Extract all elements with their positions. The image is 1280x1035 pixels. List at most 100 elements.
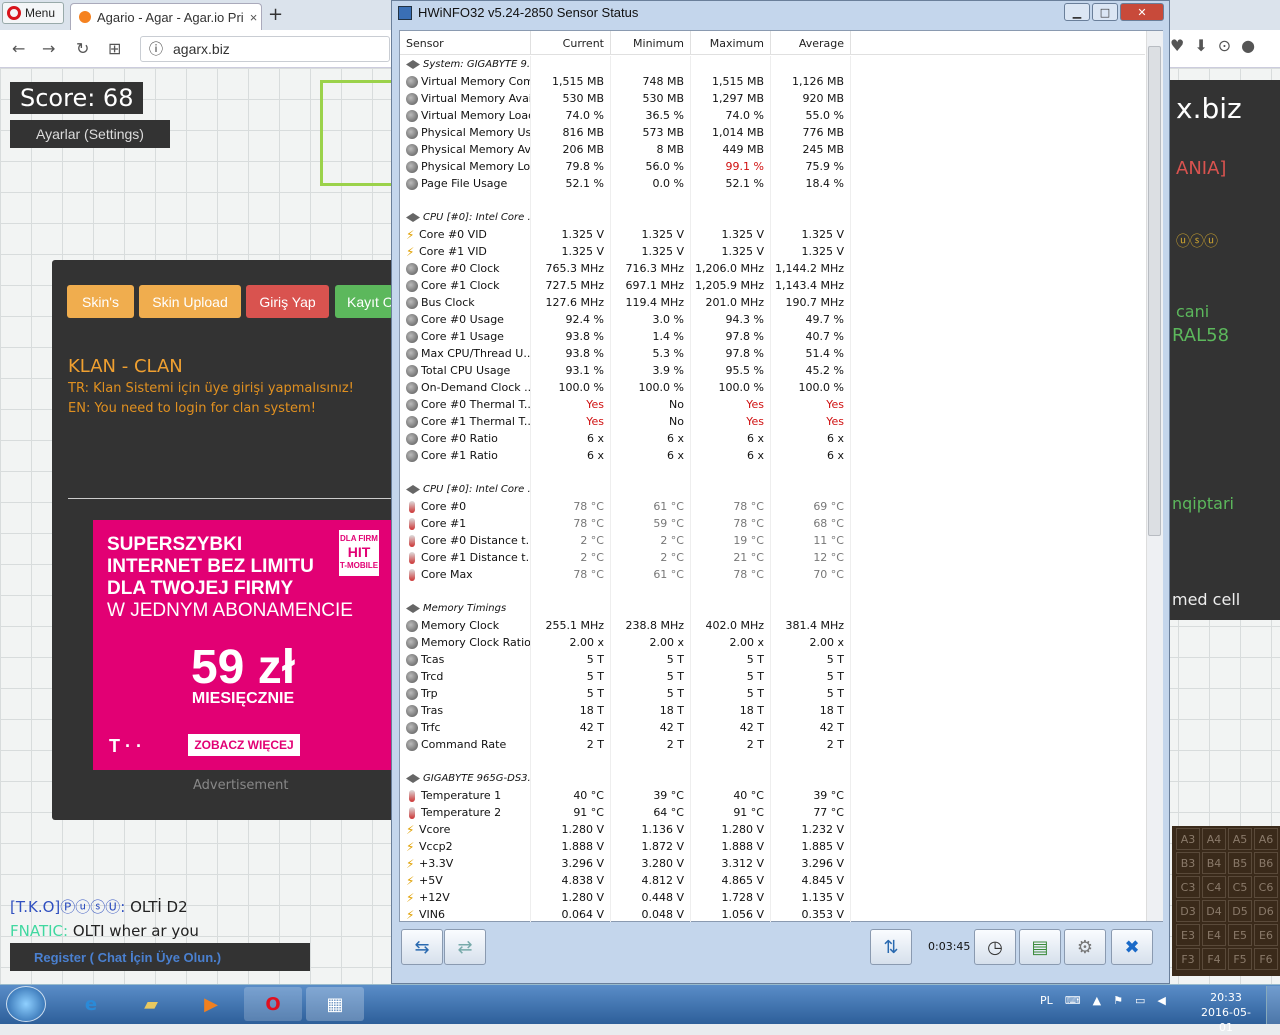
scrollbar-thumb[interactable]: [1148, 46, 1161, 536]
advertisement-banner[interactable]: SUPERSZYBKI INTERNET BEZ LIMITU DLA TWOJEJ…: [93, 520, 393, 770]
sensor-row[interactable]: Trcd 5 T5 T5 T5 T: [400, 668, 1145, 685]
sensor-row[interactable]: Virtual Memory Load 74.0 % 36.5 % 74.0 % 55.…: [400, 107, 1145, 124]
skins-button[interactable]: Skin's: [67, 285, 134, 318]
browser-tab[interactable]: Agario - Agar - Agar.io Pri ×: [70, 3, 262, 30]
column-header-current[interactable]: Current: [531, 31, 611, 55]
sensor-gauge-icon: [406, 738, 418, 751]
register-button[interactable]: Kayıt Ol: [335, 285, 393, 318]
column-header-sensor[interactable]: Sensor: [400, 31, 531, 55]
expand-collapse-button[interactable]: ⇆: [401, 929, 443, 965]
sensor-row[interactable]: Page File Usage 52.1 % 0.0 % 52.1 % 18.4 %: [400, 175, 1145, 192]
site-info-icon[interactable]: ⓘ: [149, 39, 163, 59]
sensor-row[interactable]: Memory Clock Ratio 2.00 x 2.00 x 2.00 x 2.00…: [400, 634, 1145, 651]
sensor-row[interactable]: Core #0 Ratio 6 x6 x6 x6 x: [400, 430, 1145, 447]
sensor-row[interactable]: Core #0 Distance t... 2 °C 2 °C 19 °C 11 °C: [400, 532, 1145, 549]
sensor-row[interactable]: Tras 18 T 18 T 18 T 18 T: [400, 702, 1145, 719]
hwinfo-taskbar-icon[interactable]: ▦: [306, 987, 364, 1021]
skin-upload-button[interactable]: Skin Upload: [139, 285, 241, 318]
sensor-row[interactable]: Physical Memory Av... 206 MB 8 MB 449 MB 245…: [400, 141, 1145, 158]
sensor-row[interactable]: Command Rate 2 T2 T2 T2 T: [400, 736, 1145, 753]
address-bar[interactable]: ⓘ agarx.biz: [140, 36, 390, 62]
volume-icon[interactable]: ◀: [1157, 994, 1165, 1007]
tray-arrow-icon[interactable]: ▲: [1093, 994, 1101, 1007]
explorer-icon[interactable]: ▰: [122, 987, 180, 1021]
sensor-row[interactable]: Core #1 Ratio 6 x6 x6 x6 x: [400, 447, 1145, 464]
sensor-row[interactable]: Memory Clock 255.1 MHz 238.8 MHz 402.0 MHz 3…: [400, 617, 1145, 634]
sensor-row[interactable]: Max CPU/Thread U... 93.8 % 5.3 % 97.8 % 51.4…: [400, 345, 1145, 362]
profile-icon[interactable]: ⊙: [1218, 36, 1231, 55]
start-button[interactable]: [6, 986, 46, 1022]
monitor-icon[interactable]: ▭: [1135, 994, 1145, 1007]
sensor-row[interactable]: Core #1 Clock 727.5 MHz 697.1 MHz 1,205.9 M…: [400, 277, 1145, 294]
sensor-row[interactable]: Core #1 Usage 93.8 % 1.4 % 97.8 % 40.7 %: [400, 328, 1145, 345]
sensor-row[interactable]: ⚡ +12V 1.280 V 0.448 V 1.728 V 1.135 V: [400, 889, 1145, 906]
column-header-minimum[interactable]: Minimum: [611, 31, 691, 55]
chat-register-bar[interactable]: Register ( Chat İçin Üye Olun.): [10, 943, 310, 971]
sensor-row[interactable]: On-Demand Clock ... 100.0 % 100.0 % 100.0 %…: [400, 379, 1145, 396]
clock-icon[interactable]: ◷: [974, 929, 1016, 965]
maximize-button[interactable]: □: [1092, 3, 1118, 21]
ie-icon[interactable]: e: [62, 987, 120, 1021]
account-icon[interactable]: ●: [1241, 36, 1255, 55]
tab-close-icon[interactable]: ×: [250, 10, 261, 25]
keyboard-icon[interactable]: ⌨: [1065, 994, 1081, 1007]
taskbar-clock[interactable]: 20:33 2016-05-01: [1196, 990, 1256, 1035]
sensor-row[interactable]: Physical Memory Used816 MB573 MB1,014 MB…: [400, 124, 1145, 141]
network-icon[interactable]: ⇅: [870, 929, 912, 965]
reload-icon[interactable]: ↻: [76, 39, 89, 58]
sensor-row[interactable]: Core #0 Thermal T... Yes No Yes Yes: [400, 396, 1145, 413]
minimize-button[interactable]: ▁: [1064, 3, 1090, 21]
speed-dial-icon[interactable]: ⊞: [108, 39, 121, 58]
sensor-group-row[interactable]: System: GIGABYTE 9...: [400, 56, 1145, 73]
sensor-row[interactable]: Trp 5 T5 T5 T5 T: [400, 685, 1145, 702]
sensor-row[interactable]: ⚡ Vccp2 1.888 V 1.872 V 1.888 V 1.885 V: [400, 838, 1145, 855]
sensor-row[interactable]: Core #0 78 °C 61 °C 78 °C 69 °C: [400, 498, 1145, 515]
sensor-row[interactable]: Tcas 5 T5 T5 T5 T: [400, 651, 1145, 668]
column-header-maximum[interactable]: Maximum: [691, 31, 771, 55]
sensor-row[interactable]: Temperature 1 40 °C 39 °C 40 °C 39 °C: [400, 787, 1145, 804]
login-button[interactable]: Giriş Yap: [246, 285, 329, 318]
sensor-row[interactable]: Core #1 Distance t... 2 °C 2 °C 21 °C 12 °C: [400, 549, 1145, 566]
close-button[interactable]: ✕: [1120, 3, 1164, 21]
sensor-row[interactable]: Bus Clock 127.6 MHz 119.4 MHz 201.0 MHz 190.…: [400, 294, 1145, 311]
ad-cta-button[interactable]: ZOBACZ WIĘCEJ: [188, 734, 300, 756]
sensor-group-row[interactable]: CPU [#0]: Intel Core ...: [400, 481, 1145, 498]
sensor-row[interactable]: Temperature 2 91 °C 64 °C 91 °C 77 °C: [400, 804, 1145, 821]
sensor-row[interactable]: Core #0 Usage 92.4 % 3.0 % 94.3 % 49.7 %: [400, 311, 1145, 328]
opera-menu-button[interactable]: Menu: [2, 2, 64, 24]
sensor-row[interactable]: Core Max 78 °C 61 °C 78 °C 70 °C: [400, 566, 1145, 583]
back-icon[interactable]: ←: [12, 39, 25, 58]
sensor-row[interactable]: Virtual Memory Com...1,515 MB748 MB1,515…: [400, 73, 1145, 90]
new-tab-button[interactable]: +: [268, 4, 283, 25]
forward-icon[interactable]: →: [42, 39, 55, 58]
settings-gear-icon[interactable]: ⚙: [1064, 929, 1106, 965]
opera-taskbar-icon[interactable]: O: [244, 987, 302, 1021]
value-cell: 64 °C: [611, 804, 691, 821]
log-icon[interactable]: ▤: [1019, 929, 1061, 965]
sensor-row[interactable]: ⚡ +5V 4.838 V 4.812 V 4.865 V 4.845 V: [400, 872, 1145, 889]
sensor-group-row[interactable]: Memory Timings: [400, 600, 1145, 617]
sensor-row[interactable]: ⚡ VIN6 0.064 V 0.048 V 1.056 V 0.353 V: [400, 906, 1145, 922]
sensor-row[interactable]: Core #1 78 °C 59 °C 78 °C 68 °C: [400, 515, 1145, 532]
sensor-group-row[interactable]: GIGABYTE 965G-DS3...: [400, 770, 1145, 787]
sensor-row[interactable]: Core #0 Clock 765.3 MHz 716.3 MHz 1,206.0 M…: [400, 260, 1145, 277]
sensor-row[interactable]: ⚡ Vcore 1.280 V 1.136 V 1.280 V 1.232 V: [400, 821, 1145, 838]
show-desktop-button[interactable]: [1266, 986, 1280, 1024]
sensor-row[interactable]: Trfc 42 T 42 T 42 T 42 T: [400, 719, 1145, 736]
sensor-row[interactable]: ⚡ Core #0 VID 1.325 V 1.325 V 1.325 V 1.325 V: [400, 226, 1145, 243]
sensor-row[interactable]: Total CPU Usage 93.1 % 3.9 % 95.5 % 45.2 %: [400, 362, 1145, 379]
sensor-row[interactable]: Virtual Memory Avai... 530 MB 530 MB 1,297 …: [400, 90, 1145, 107]
sensor-row[interactable]: Core #1 Thermal T... Yes No Yes Yes: [400, 413, 1145, 430]
exit-icon[interactable]: ✖: [1111, 929, 1153, 965]
heart-icon[interactable]: ♥: [1170, 36, 1184, 55]
collapse-columns-button[interactable]: ⇄: [444, 929, 486, 965]
sensor-row[interactable]: Physical Memory Load79.8 %56.0 %99.1 %75…: [400, 158, 1145, 175]
sensor-group-row[interactable]: CPU [#0]: Intel Core ...: [400, 209, 1145, 226]
sensor-row[interactable]: ⚡ +3.3V 3.296 V 3.280 V 3.312 V 3.296 V: [400, 855, 1145, 872]
sensor-row[interactable]: ⚡ Core #1 VID 1.325 V 1.325 V 1.325 V 1.325 V: [400, 243, 1145, 260]
column-header-average[interactable]: Average: [771, 31, 851, 55]
settings-button[interactable]: Ayarlar (Settings): [10, 120, 170, 148]
action-center-icon[interactable]: ⚑: [1113, 994, 1123, 1007]
download-icon[interactable]: ⬇: [1194, 36, 1207, 55]
media-player-icon[interactable]: ▶: [182, 987, 240, 1021]
